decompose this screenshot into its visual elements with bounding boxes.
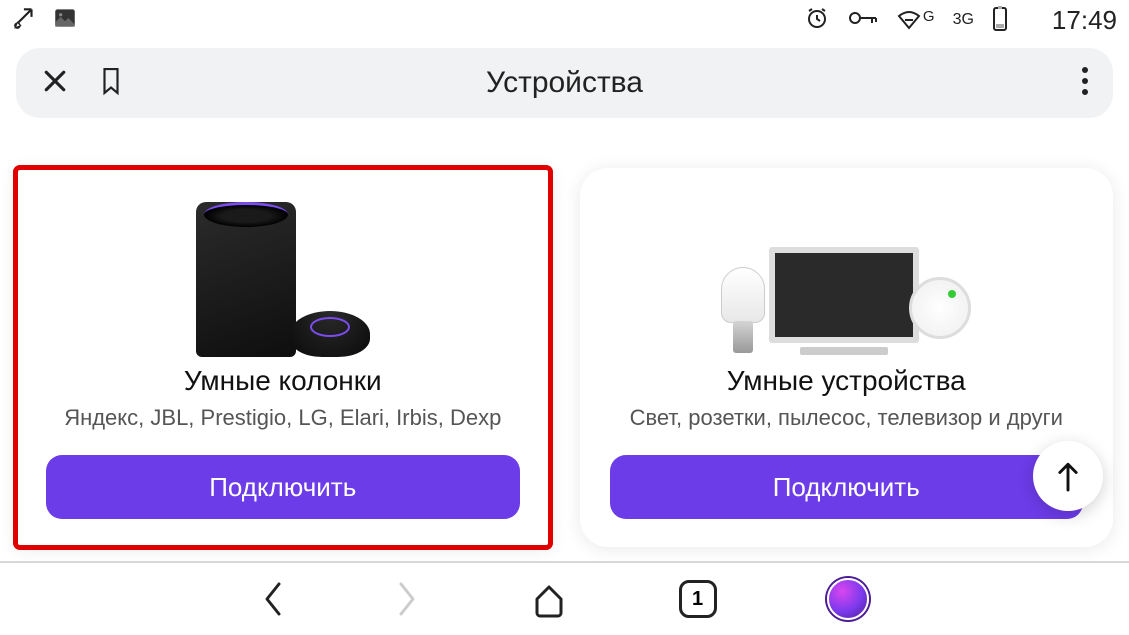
page-title: Устройства bbox=[486, 66, 643, 100]
connect-button[interactable]: Подключить bbox=[610, 455, 1084, 519]
status-left bbox=[12, 5, 78, 36]
clock-time: 17:49 bbox=[1052, 5, 1117, 36]
bookmark-icon[interactable] bbox=[98, 65, 124, 102]
nav-back[interactable] bbox=[261, 580, 285, 618]
alarm-icon bbox=[805, 6, 829, 35]
scroll-top-button[interactable] bbox=[1033, 441, 1103, 511]
vpn-key-icon bbox=[847, 6, 879, 35]
card-title: Умные колонки bbox=[184, 365, 382, 397]
share-icon bbox=[12, 5, 38, 36]
card-title: Умные устройства bbox=[727, 365, 966, 397]
card-subtitle: Свет, розетки, пылесос, телевизор и друг… bbox=[610, 405, 1084, 431]
nav-tabs[interactable]: 1 bbox=[679, 580, 717, 618]
card-subtitle: Яндекс, JBL, Prestigio, LG, Elari, Irbis… bbox=[46, 405, 520, 431]
network-g-label: G bbox=[923, 8, 935, 25]
status-bar: G 3G 17:49 bbox=[0, 0, 1129, 40]
card-smart-speakers[interactable]: Умные колонки Яндекс, JBL, Prestigio, LG… bbox=[16, 168, 550, 547]
nav-alice[interactable] bbox=[827, 578, 869, 620]
speakers-illustration bbox=[196, 192, 370, 357]
nav-forward bbox=[395, 580, 419, 618]
battery-icon bbox=[992, 5, 1008, 36]
network-3g-label: 3G bbox=[953, 11, 974, 29]
content: Умные колонки Яндекс, JBL, Prestigio, LG… bbox=[0, 126, 1129, 547]
close-icon[interactable] bbox=[40, 66, 70, 101]
nav-home[interactable] bbox=[529, 579, 569, 619]
wifi-icon: G bbox=[897, 8, 935, 32]
connect-button[interactable]: Подключить bbox=[46, 455, 520, 519]
tab-count: 1 bbox=[679, 580, 717, 618]
browser-bar: Устройства bbox=[16, 48, 1113, 118]
bottom-nav: 1 bbox=[0, 561, 1129, 635]
more-icon[interactable] bbox=[1081, 65, 1089, 102]
card-smart-devices[interactable]: Умные устройства Свет, розетки, пылесос,… bbox=[580, 168, 1114, 547]
alice-icon bbox=[827, 578, 869, 620]
status-right: G 3G 17:49 bbox=[805, 5, 1117, 36]
gallery-icon bbox=[52, 5, 78, 36]
devices-illustration bbox=[721, 192, 971, 357]
